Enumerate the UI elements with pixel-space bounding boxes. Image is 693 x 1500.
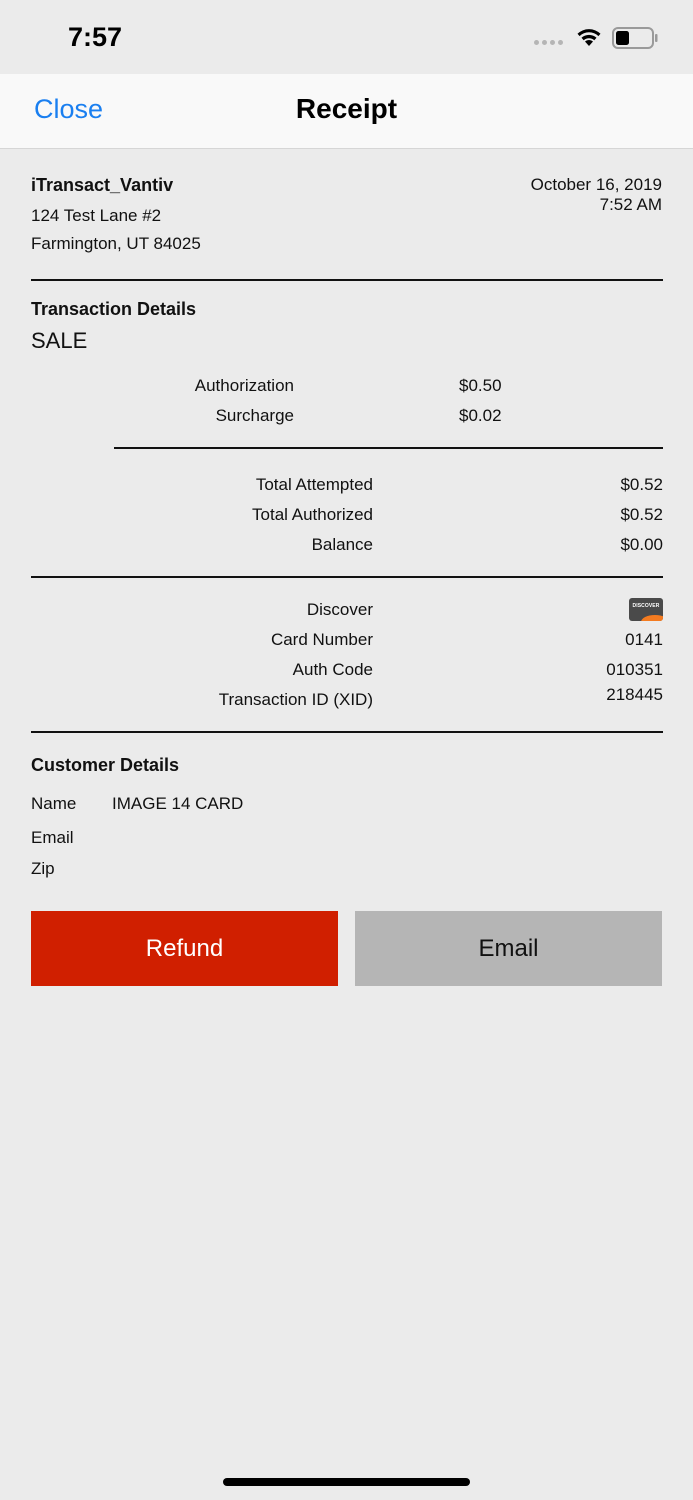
divider [31,576,663,578]
receipt-time: 7:52 AM [599,195,662,214]
subtotal-divider [114,447,663,449]
customer-name-label: Name [31,794,77,813]
refund-button[interactable]: Refund [31,911,338,986]
divider [31,279,663,281]
total-authorized-label: Total Authorized [252,505,373,524]
cellular-signal-icon [534,40,563,45]
merchant-name: iTransact_Vantiv [31,175,174,195]
total-attempted-value: $0.52 [620,475,663,494]
merchant-address-line1: 124 Test Lane #2 [31,206,162,225]
divider [31,731,663,733]
email-button[interactable]: Email [355,911,662,986]
balance-label: Balance [311,535,373,554]
discover-card-icon: DISCOVER [629,598,663,621]
transaction-details-heading: Transaction Details [31,299,197,319]
battery-icon [612,27,658,49]
total-attempted-label: Total Attempted [255,475,373,494]
card-number-label: Card Number [270,630,373,649]
receipt-date: October 16, 2019 [530,175,662,194]
auth-code-value: 010351 [606,660,663,679]
xid-value: 218445 [606,685,663,704]
home-indicator [223,1478,470,1486]
surcharge-value: $0.02 [459,406,502,425]
card-number-value: 0141 [625,630,663,649]
card-brand-label: Discover [306,600,373,619]
page-title: Receipt [295,93,398,124]
total-authorized-value: $0.52 [620,505,663,524]
wifi-icon [577,29,601,46]
status-time: 7:57 [68,22,123,52]
auth-code-label: Auth Code [292,660,373,679]
customer-zip-label: Zip [31,859,55,878]
authorization-value: $0.50 [459,376,502,395]
customer-email-label: Email [31,828,74,847]
merchant-address-line2: Farmington, UT 84025 [31,234,201,253]
xid-label: Transaction ID (XID) [218,690,373,709]
transaction-type: SALE [31,328,88,353]
authorization-label: Authorization [194,376,294,395]
balance-value: $0.00 [620,535,663,554]
customer-name-value: IMAGE 14 CARD [112,794,244,813]
surcharge-label: Surcharge [215,406,294,425]
customer-details-heading: Customer Details [31,755,180,775]
